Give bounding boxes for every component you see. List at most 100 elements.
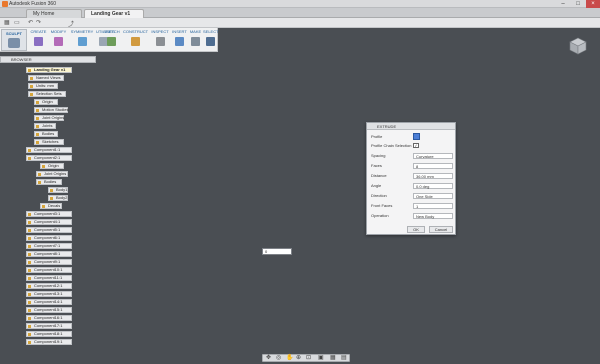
direction-select[interactable]: One Side	[413, 193, 453, 199]
undo-icon[interactable]: ↶	[28, 19, 33, 26]
list-item[interactable]: Component10:1	[26, 267, 72, 273]
list-item[interactable]: Origin	[34, 99, 58, 105]
workspace-switcher[interactable]: SCULPT	[1, 29, 27, 51]
list-item[interactable]: Component5:1	[26, 227, 72, 233]
grid-settings-icon[interactable]: ▦	[330, 355, 336, 362]
list-item[interactable]: Component3:1	[26, 211, 72, 217]
list-item[interactable]: Component15:1	[26, 307, 72, 313]
profile-select-icon[interactable]	[413, 133, 420, 140]
chain-checkbox[interactable]: ✓	[413, 143, 419, 148]
tab-my-home[interactable]: My Home	[26, 9, 82, 18]
list-item[interactable]: Component13:1	[26, 291, 72, 297]
distance-row: Distance 36.00 mm	[371, 172, 455, 179]
list-item[interactable]: Component16:1	[26, 315, 72, 321]
construct-menu[interactable]: CONSTRUCT	[122, 29, 149, 51]
list-item[interactable]: Named Views	[28, 75, 64, 81]
spacing-select[interactable]: Curvature	[413, 153, 453, 159]
3d-viewport[interactable]	[0, 28, 600, 354]
faces-row: Faces 8	[371, 162, 455, 169]
list-item[interactable]: Bodies	[34, 131, 58, 137]
direction-row: Direction One Side	[371, 192, 455, 199]
list-item[interactable]: Joint Origins	[36, 171, 68, 177]
list-item[interactable]: Units: mm	[28, 83, 58, 89]
button-label: Cancel	[434, 227, 448, 232]
cancel-button[interactable]: Cancel	[429, 226, 453, 233]
minimize-icon[interactable]: –	[556, 0, 570, 8]
list-item[interactable]: Component9:1	[26, 259, 72, 265]
list-item[interactable]: Component17:1	[26, 323, 72, 329]
list-item[interactable]: Component12:1	[26, 283, 72, 289]
redo-icon[interactable]: ↷	[36, 19, 41, 26]
look-at-icon[interactable]: ◎	[276, 355, 281, 362]
tree-label: Component1:1	[34, 147, 61, 152]
folder-icon	[38, 181, 41, 184]
fit-icon[interactable]: ⊡	[306, 355, 311, 362]
close-icon[interactable]: ×	[586, 0, 600, 8]
list-item[interactable]: Component18:1	[26, 331, 72, 337]
zoom-icon[interactable]: ⊕	[296, 355, 301, 362]
list-item[interactable]: Component19:1	[26, 339, 72, 345]
display-settings-icon[interactable]: ▣	[318, 355, 324, 362]
pan-icon[interactable]: ✋	[286, 355, 293, 362]
grid-menu-icon[interactable]: ▦	[4, 19, 10, 26]
folder-icon	[36, 125, 39, 128]
folder-icon	[36, 133, 39, 136]
dialog-header[interactable]: EXTRUDE	[367, 123, 455, 130]
select-menu[interactable]: SELECT	[203, 29, 219, 51]
list-item[interactable]: Decals	[40, 203, 62, 209]
component-icon	[28, 237, 31, 240]
list-item[interactable]: Component6:1	[26, 235, 72, 241]
tab-landing-gear[interactable]: Landing Gear v1	[84, 9, 144, 18]
viewcube[interactable]	[566, 36, 590, 56]
inspect-icon	[155, 37, 165, 46]
orbit-icon[interactable]: ✥	[266, 355, 271, 362]
angle-field[interactable]: 0.0 deg	[413, 183, 453, 189]
component-icon	[28, 333, 31, 336]
maximize-icon[interactable]: □	[571, 0, 585, 8]
list-item[interactable]: Joints	[34, 123, 56, 129]
operation-select[interactable]: New Body	[413, 213, 453, 219]
tree-root[interactable]: Landing Gear v1	[26, 67, 72, 73]
list-item[interactable]: Component14:1	[26, 299, 72, 305]
list-item[interactable]: Component4:1	[26, 219, 72, 225]
list-item[interactable]: Component7:1	[26, 243, 72, 249]
row-label: Operation	[371, 213, 389, 218]
list-item[interactable]: Selection Sets	[28, 91, 66, 97]
ok-button[interactable]: OK	[407, 226, 425, 233]
insert-menu[interactable]: INSERT	[171, 29, 188, 51]
group-label: INSPECT	[151, 29, 169, 34]
list-item[interactable]: Joint Origins	[34, 115, 64, 121]
tree-label: Component12:1	[34, 283, 63, 288]
browser-title: BROWSER	[11, 57, 32, 62]
dialog-title: EXTRUDE	[377, 124, 397, 129]
list-item[interactable]: Sketches	[34, 139, 64, 145]
list-item[interactable]: Component11:1	[26, 275, 72, 281]
browser-header[interactable]: BROWSER	[0, 56, 96, 63]
list-item[interactable]: Component8:1	[26, 251, 72, 257]
list-item[interactable]: Component1:1	[26, 147, 72, 153]
faces-input[interactable]: 8	[413, 163, 453, 169]
tree-label: Joint Origins	[42, 115, 65, 120]
share-icon[interactable]: ⤴	[68, 19, 74, 28]
list-item[interactable]: Body2	[48, 195, 68, 201]
component-icon	[28, 301, 31, 304]
distance-input[interactable]: 0	[262, 248, 292, 255]
inspect-menu[interactable]: INSPECT	[150, 29, 170, 51]
symmetry-menu[interactable]: SYMMETRY	[69, 29, 95, 51]
file-icon[interactable]: ▭	[14, 19, 20, 26]
distance-field[interactable]: 36.00 mm	[413, 173, 453, 179]
list-item[interactable]: Motion Studies	[34, 107, 68, 113]
list-item[interactable]: Bodies	[36, 179, 62, 185]
modify-menu[interactable]: MODIFY	[49, 29, 68, 51]
front-faces-input[interactable]: 1	[413, 203, 453, 209]
make-menu[interactable]: MAKE	[189, 29, 202, 51]
sketch-menu[interactable]: SKETCH	[102, 29, 121, 51]
create-menu[interactable]: CREATE	[29, 29, 48, 51]
viewports-icon[interactable]: ▤	[341, 355, 347, 362]
list-item[interactable]: Component2:1	[26, 155, 72, 161]
list-item[interactable]: Body1	[48, 187, 68, 193]
list-item[interactable]: Origin	[40, 163, 64, 169]
tree-label: Component16:1	[34, 315, 63, 320]
make-icon	[191, 37, 200, 46]
input-value: 1	[416, 204, 419, 209]
